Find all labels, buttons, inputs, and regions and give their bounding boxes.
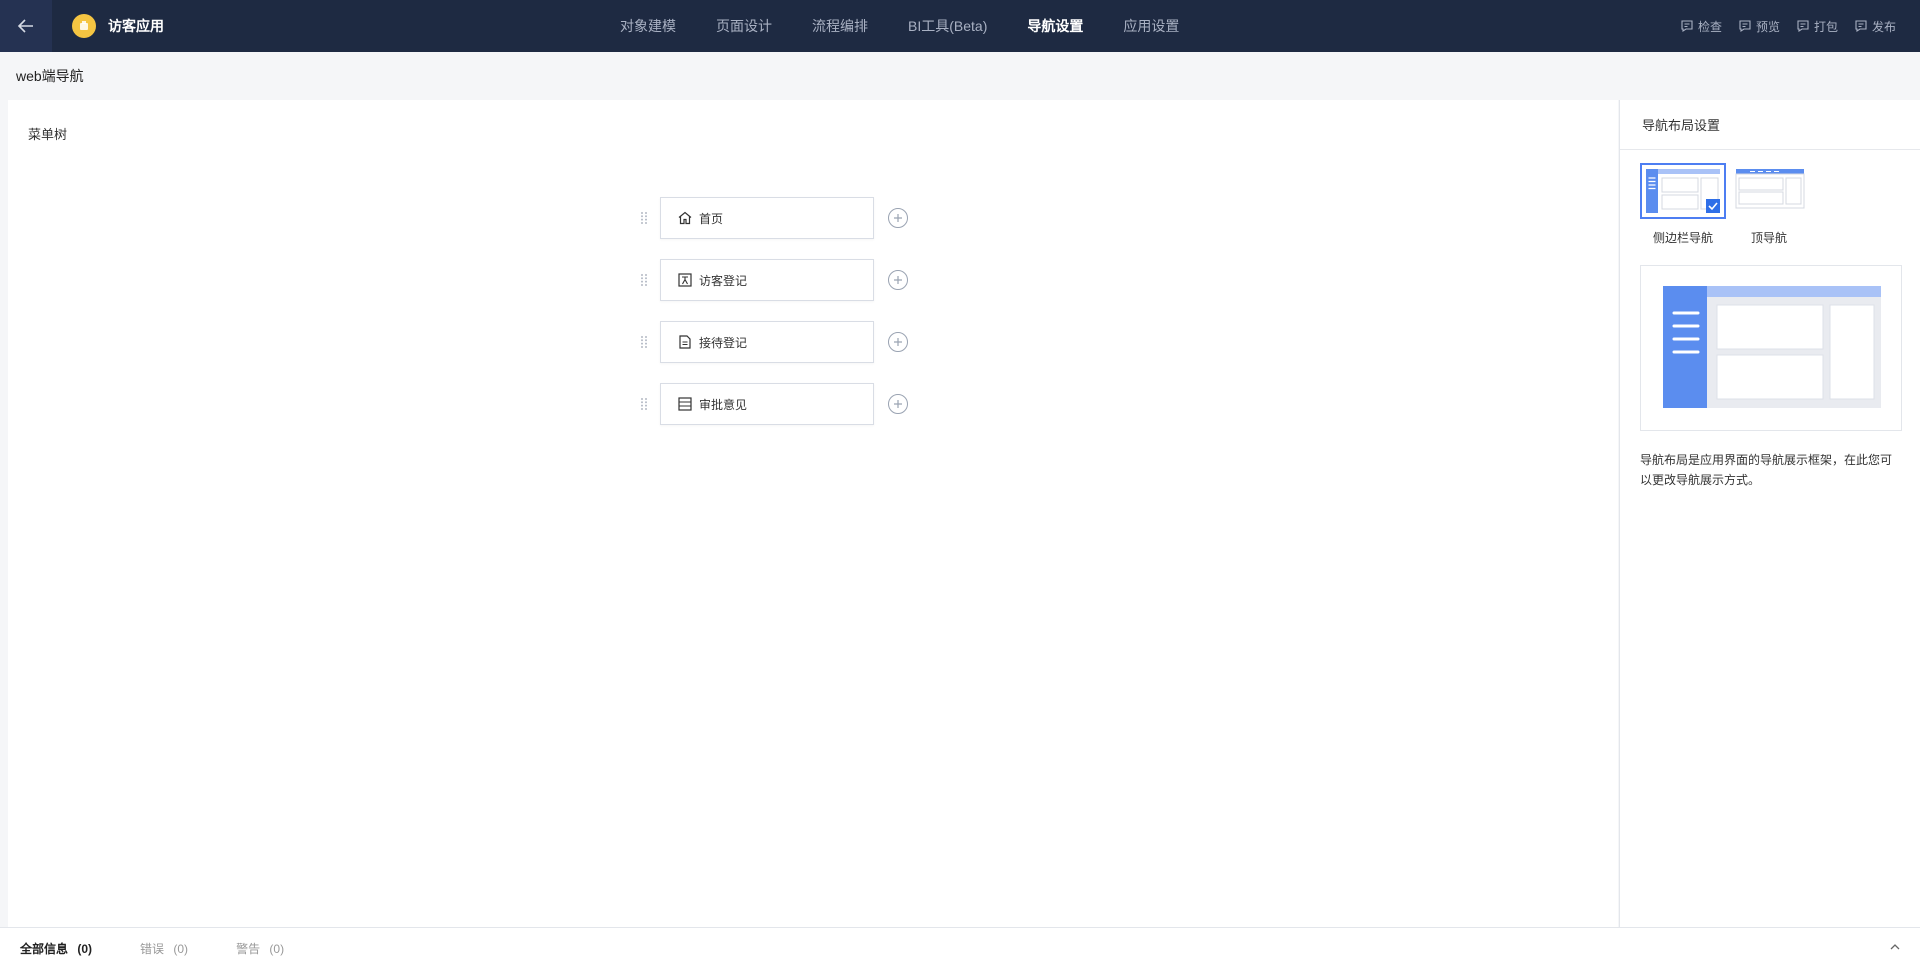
plus-icon [894, 338, 902, 346]
form-icon [678, 273, 692, 287]
tab-warnings[interactable]: 警告 (0) [236, 940, 284, 957]
panel-title: 导航布局设置 [1620, 100, 1920, 150]
layout-preview-illustration [1663, 286, 1881, 408]
drag-handle-icon [641, 398, 647, 410]
preview-button[interactable]: 预览 [1738, 18, 1780, 35]
package-icon [1797, 20, 1809, 33]
preview-icon [1739, 20, 1751, 33]
package-button[interactable]: 打包 [1796, 18, 1838, 35]
tab-label: 全部信息 [20, 942, 69, 956]
top-bar: 访客应用 对象建模 页面设计 流程编排 BI工具(Beta) 导航设置 应用设置… [0, 0, 1920, 52]
tab-count: (0) [173, 942, 189, 956]
add-menu-button[interactable] [888, 208, 908, 228]
plus-icon [894, 214, 902, 222]
publish-label: 发布 [1871, 19, 1896, 34]
sidebar-layout-thumbnail [1640, 163, 1726, 219]
menu-row: 审批意见 [638, 382, 908, 426]
layout-option-top[interactable]: 顶导航 [1726, 163, 1812, 246]
tab-count: (0) [269, 942, 285, 956]
add-menu-button[interactable] [888, 394, 908, 414]
menu-tree-title: 菜单树 [28, 127, 68, 142]
layout-description: 导航布局是应用界面的导航展示框架，在此您可以更改导航展示方式。 [1640, 453, 1893, 487]
menu-item-label: 审批意见 [699, 397, 748, 412]
layout-settings-panel: 导航布局设置 侧边栏导航 顶导航 导航布局是应用界面的导航展示框架，在此您可以更… [1619, 100, 1920, 927]
menu-tree-canvas: 菜单树 首页 访客登记 接待登记 审批意见 [8, 100, 1618, 927]
menu-item-reception-registration[interactable]: 接待登记 [660, 321, 874, 363]
main-nav: 对象建模 页面设计 流程编排 BI工具(Beta) 导航设置 应用设置 [620, 0, 1219, 52]
tab-navigation-settings[interactable]: 导航设置 [1027, 16, 1083, 36]
layout-options: 侧边栏导航 顶导航 [1640, 163, 1812, 246]
preview-label: 预览 [1755, 19, 1780, 34]
tab-all-messages[interactable]: 全部信息 (0) [20, 940, 92, 957]
sub-header: web端导航 [0, 52, 1920, 100]
back-button[interactable] [0, 0, 52, 52]
tab-app-settings[interactable]: 应用设置 [1123, 16, 1179, 36]
tab-object-modeling[interactable]: 对象建模 [620, 16, 676, 36]
tab-label: 警告 [236, 942, 261, 956]
drag-handle-icon [641, 212, 647, 224]
menu-item-visitor-registration[interactable]: 访客登记 [660, 259, 874, 301]
drag-handle[interactable] [638, 397, 650, 411]
drag-handle[interactable] [638, 211, 650, 225]
app-logo [72, 14, 96, 38]
drag-handle-icon [641, 336, 647, 348]
sidebar-layout-icon [1646, 169, 1720, 213]
list-icon [678, 397, 692, 411]
app-name: 访客应用 [108, 18, 164, 34]
tab-label: 错误 [140, 942, 165, 956]
page-title: web端导航 [16, 68, 84, 84]
arrow-left-icon [17, 19, 33, 33]
drag-handle-icon [641, 274, 647, 286]
drag-handle[interactable] [638, 335, 650, 349]
plus-icon [894, 400, 902, 408]
menu-item-label: 首页 [699, 211, 724, 226]
drag-handle[interactable] [638, 273, 650, 287]
menu-item-label: 访客登记 [699, 273, 748, 288]
add-menu-button[interactable] [888, 270, 908, 290]
tab-bi-tool[interactable]: BI工具(Beta) [908, 16, 987, 36]
top-layout-label: 顶导航 [1750, 231, 1787, 245]
check-button[interactable]: 检查 [1680, 18, 1722, 35]
layout-option-sidebar[interactable]: 侧边栏导航 [1640, 163, 1726, 246]
chevron-up-icon [1890, 944, 1900, 950]
layout-preview [1640, 265, 1902, 431]
tab-process-orchestration[interactable]: 流程编排 [812, 16, 868, 36]
menu-item-home[interactable]: 首页 [660, 197, 874, 239]
menu-item-approval-opinion[interactable]: 审批意见 [660, 383, 874, 425]
menu-item-label: 接待登记 [699, 335, 748, 350]
add-menu-button[interactable] [888, 332, 908, 352]
publish-icon [1855, 20, 1867, 33]
top-layout-thumbnail [1726, 163, 1812, 219]
app-icon [80, 21, 88, 30]
tab-page-design[interactable]: 页面设计 [716, 16, 772, 36]
menu-row: 首页 [638, 196, 908, 240]
top-layout-icon [1735, 169, 1805, 209]
tab-errors[interactable]: 错误 (0) [140, 940, 188, 957]
plus-icon [894, 276, 902, 284]
publish-button[interactable]: 发布 [1854, 18, 1896, 35]
home-icon [678, 211, 692, 225]
sidebar-layout-label: 侧边栏导航 [1652, 231, 1713, 245]
package-label: 打包 [1813, 19, 1838, 34]
toolbar-actions: 检查 预览 打包 发布 [1664, 0, 1896, 52]
document-icon [679, 335, 691, 349]
check-label: 检查 [1697, 19, 1722, 34]
collapse-button[interactable] [1888, 940, 1902, 957]
check-icon [1681, 20, 1693, 33]
message-bar: 全部信息 (0) 错误 (0) 警告 (0) [0, 927, 1920, 969]
tab-count: (0) [77, 942, 93, 956]
menu-row: 接待登记 [638, 320, 908, 364]
menu-row: 访客登记 [638, 258, 908, 302]
